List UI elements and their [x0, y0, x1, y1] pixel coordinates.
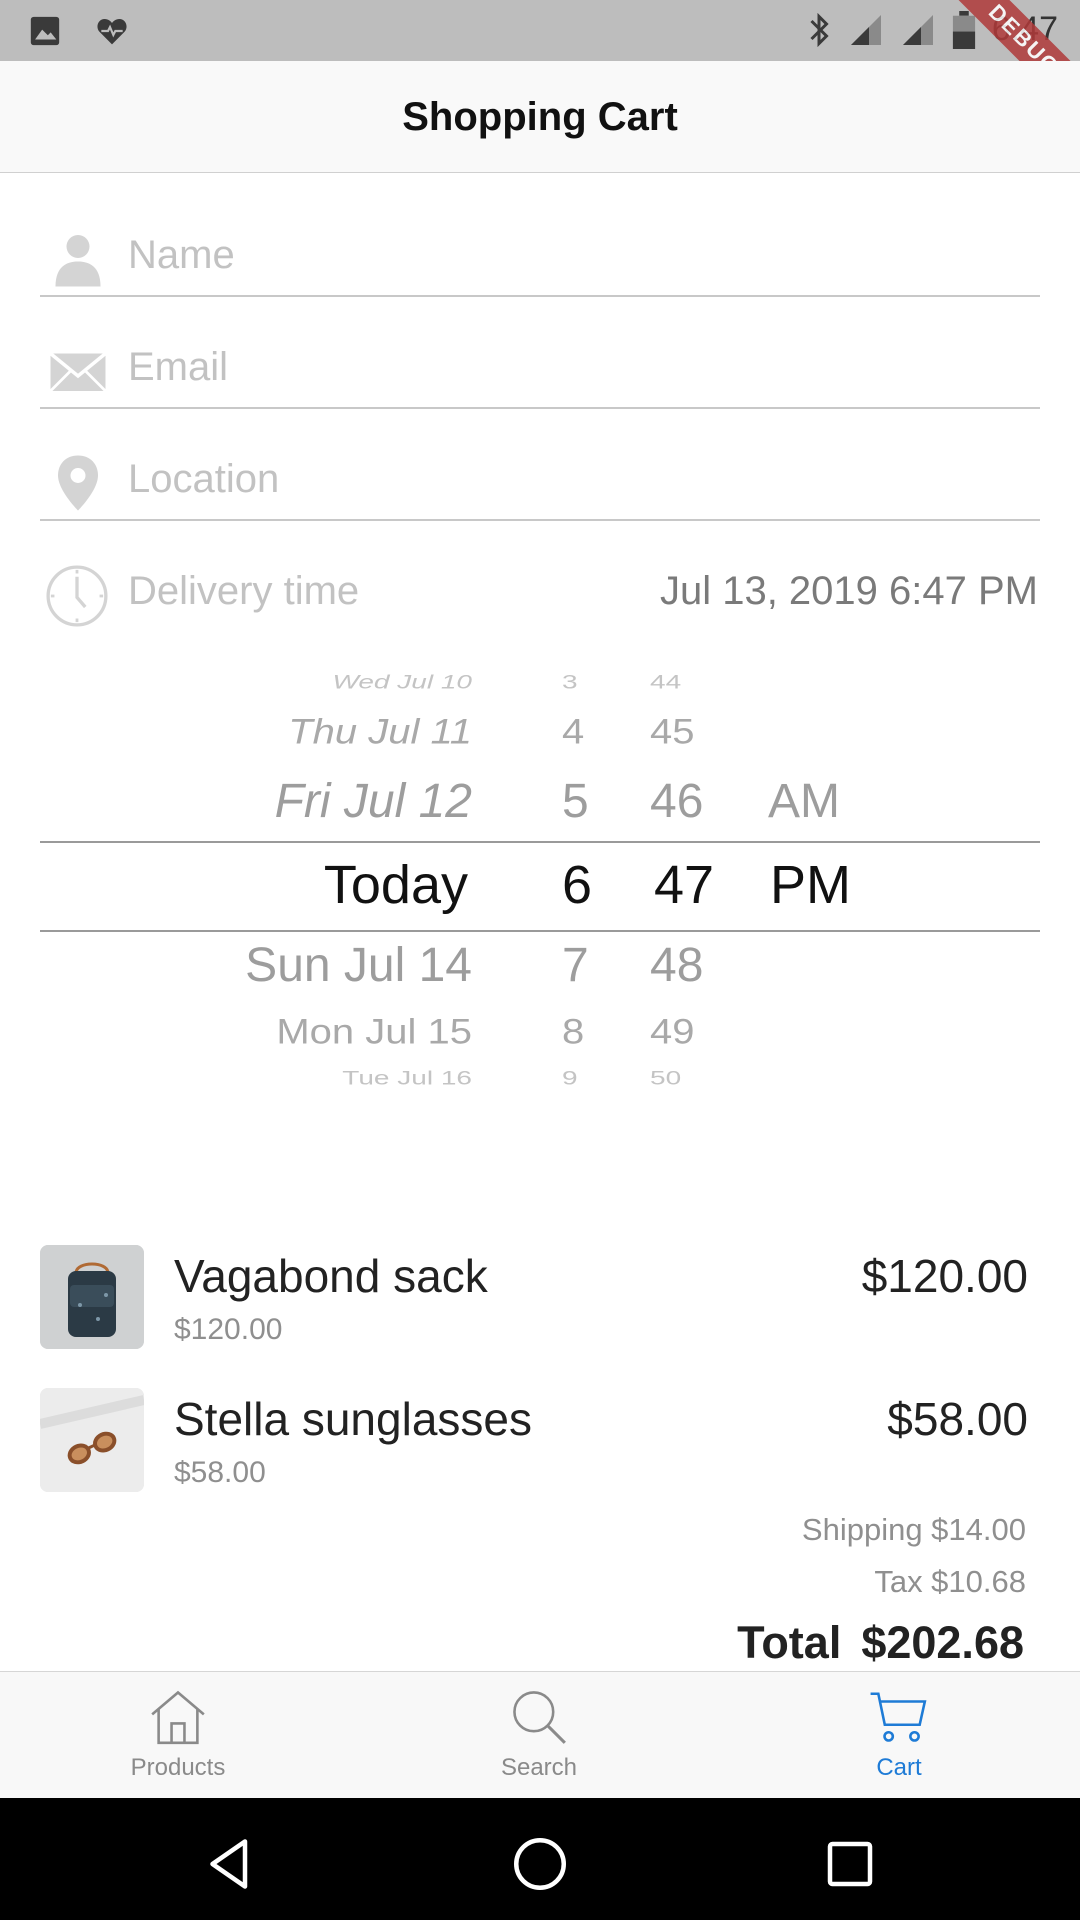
picker-date[interactable]: Thu Jul 11 [288, 713, 472, 753]
picker-hour[interactable]: 4 [562, 713, 584, 753]
location-field[interactable]: Location [40, 409, 1040, 521]
picker-hour[interactable]: 3 [562, 671, 578, 693]
picker-date[interactable]: Fri Jul 12 [275, 774, 472, 829]
nav-label: Cart [876, 1754, 922, 1781]
picker-minute[interactable]: 46 [650, 774, 703, 829]
picker-ampm-selected[interactable]: PM [770, 854, 851, 916]
home-circle-icon[interactable] [510, 1834, 570, 1894]
search-icon [513, 1691, 566, 1744]
app-bar: Shopping Cart [0, 61, 1080, 173]
item-unit-price: $120.00 [174, 1313, 283, 1346]
battery-icon [952, 10, 975, 49]
picker-date[interactable]: Mon Jul 15 [276, 1013, 472, 1053]
cart-item: Vagabond sack $120.00 $120.00 [40, 1245, 1040, 1349]
product-thumbnail [40, 1388, 144, 1492]
system-navigation-bar [0, 1798, 1080, 1920]
shipping-cost: Shipping $14.00 [801, 1512, 1026, 1547]
delivery-time-row[interactable]: Delivery time Jul 13, 2019 6:47 PM [40, 521, 1040, 633]
product-thumbnail [40, 1245, 144, 1349]
cart-item: Stella sunglasses $58.00 $58.00 [40, 1388, 1040, 1492]
picker-minute-selected[interactable]: 47 [654, 854, 714, 916]
email-field[interactable]: Email [40, 297, 1040, 409]
nav-cart[interactable]: Cart [799, 1686, 999, 1782]
clock-icon [46, 565, 108, 627]
tax-amount: Tax $10.68 [874, 1564, 1026, 1599]
nav-search[interactable]: Search [439, 1686, 639, 1782]
image-icon [30, 16, 60, 46]
picker-minute[interactable]: 49 [650, 1013, 695, 1053]
bottom-nav: Products Search Cart [0, 1671, 1080, 1798]
picker-date[interactable]: Tue Jul 16 [342, 1067, 472, 1089]
picker-date[interactable]: Sun Jul 14 [245, 938, 472, 993]
delivery-time-picker[interactable]: Wed Jul 10 Thu Jul 11 Fri Jul 12 Today S… [0, 650, 1080, 1120]
item-name: Stella sunglasses [174, 1393, 532, 1445]
delivery-time-label: Delivery time [128, 569, 360, 613]
item-line-total: $58.00 [887, 1393, 1028, 1445]
item-name: Vagabond sack [174, 1250, 488, 1302]
home-icon [151, 1690, 205, 1745]
email-placeholder: Email [128, 345, 229, 389]
location-pin-icon [58, 455, 98, 511]
picker-hour[interactable]: 7 [562, 938, 589, 993]
nav-label: Search [500, 1754, 578, 1781]
total-label: Total [737, 1617, 842, 1668]
recents-icon[interactable] [820, 1834, 880, 1894]
nav-label: Products [130, 1754, 226, 1781]
page-title: Shopping Cart [402, 95, 678, 139]
picker-selection-line-bottom [40, 930, 1040, 932]
picker-date-selected[interactable]: Today [324, 854, 468, 916]
delivery-time-value: Jul 13, 2019 6:47 PM [659, 569, 1038, 613]
cart-icon [870, 1692, 927, 1742]
picker-date[interactable]: Wed Jul 10 [332, 671, 472, 693]
picker-selection-line-top [40, 841, 1040, 843]
heart-pulse-icon [97, 19, 127, 45]
location-placeholder: Location [128, 457, 280, 501]
back-icon[interactable] [200, 1834, 260, 1894]
item-line-total: $120.00 [861, 1250, 1028, 1302]
picker-hour[interactable]: 5 [562, 774, 589, 829]
picker-ampm[interactable]: AM [768, 774, 840, 829]
picker-minute[interactable]: 50 [650, 1067, 681, 1089]
name-field[interactable]: Name [40, 185, 1040, 297]
name-placeholder: Name [128, 233, 235, 277]
order-total: Total $202.68 [737, 1617, 1024, 1669]
bluetooth-icon [810, 12, 829, 47]
picker-minute[interactable]: 45 [650, 713, 695, 753]
nav-products[interactable]: Products [78, 1686, 278, 1782]
picker-hour[interactable]: 8 [562, 1013, 584, 1053]
signal-icon [850, 14, 881, 45]
person-icon [55, 235, 101, 287]
picker-minute[interactable]: 44 [650, 671, 681, 693]
status-bar: 6:47 [0, 0, 1080, 61]
mail-icon [49, 352, 107, 392]
picker-minute[interactable]: 48 [650, 938, 703, 993]
total-value: $202.68 [861, 1617, 1024, 1668]
picker-hour[interactable]: 9 [562, 1067, 578, 1089]
item-unit-price: $58.00 [174, 1456, 266, 1489]
signal-icon [902, 14, 933, 45]
picker-hour-selected[interactable]: 6 [562, 854, 592, 916]
